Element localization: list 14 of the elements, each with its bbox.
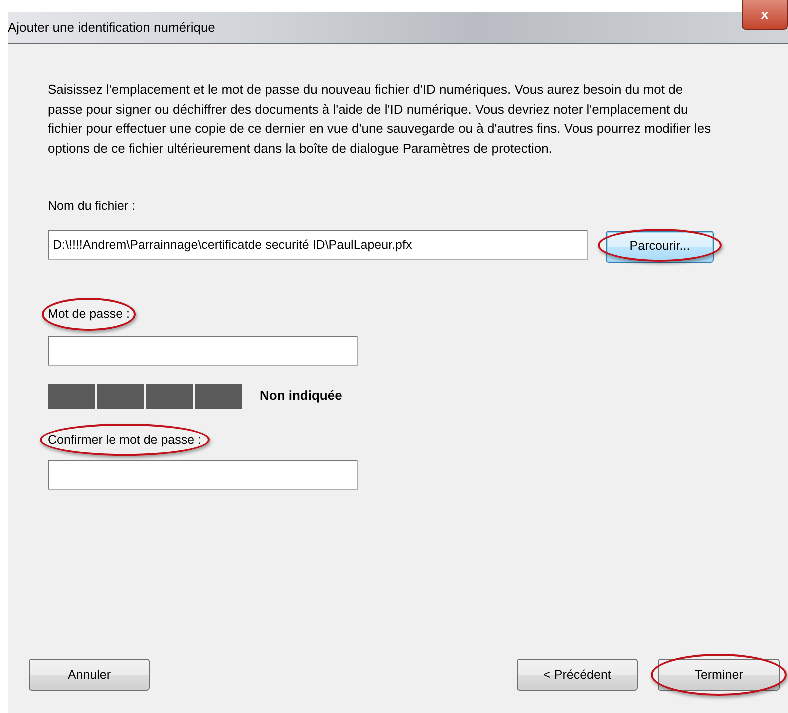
password-field[interactable] [48, 336, 358, 366]
window-title: Ajouter une identification numérique [8, 18, 216, 37]
strength-text: Non indiquée [260, 387, 342, 406]
previous-button[interactable]: < Précédent [517, 659, 638, 691]
field-label: Mot de passe : [48, 304, 130, 324]
field-label: Nom du fichier : [48, 198, 136, 215]
cancel-button[interactable]: Annuler [29, 659, 150, 691]
instructions-text: Saisissez l'emplacement et le mot de passe du nouveau fichier d'ID numériques. Vous aurez besoin du mot de passe pour signer ou déchiffrer des documents à l'aide de l'ID numérique. Vous devriez noter l'emplacement du fichier pour effectuer une copie de ce dernier en vue d'une sauvegarde ou à d'autres fins. Vous pourrez modifier les options de ce fichier ultérieurement dans la boîte de dialogue Paramètres de protection. [48, 81, 712, 158]
browse-button[interactable]: Parcourir... [606, 230, 714, 263]
finish-button[interactable]: Terminer [658, 659, 780, 691]
field-label: Confirmer le mot de passe : [48, 430, 202, 450]
confirm-password-field[interactable] [48, 460, 358, 490]
close-button[interactable]: x [742, 0, 788, 30]
file-name-field[interactable]: D:\!!!!Andrem\Parrainnage\certificatde securité ID\PaulLapeur.pfx [48, 230, 588, 260]
